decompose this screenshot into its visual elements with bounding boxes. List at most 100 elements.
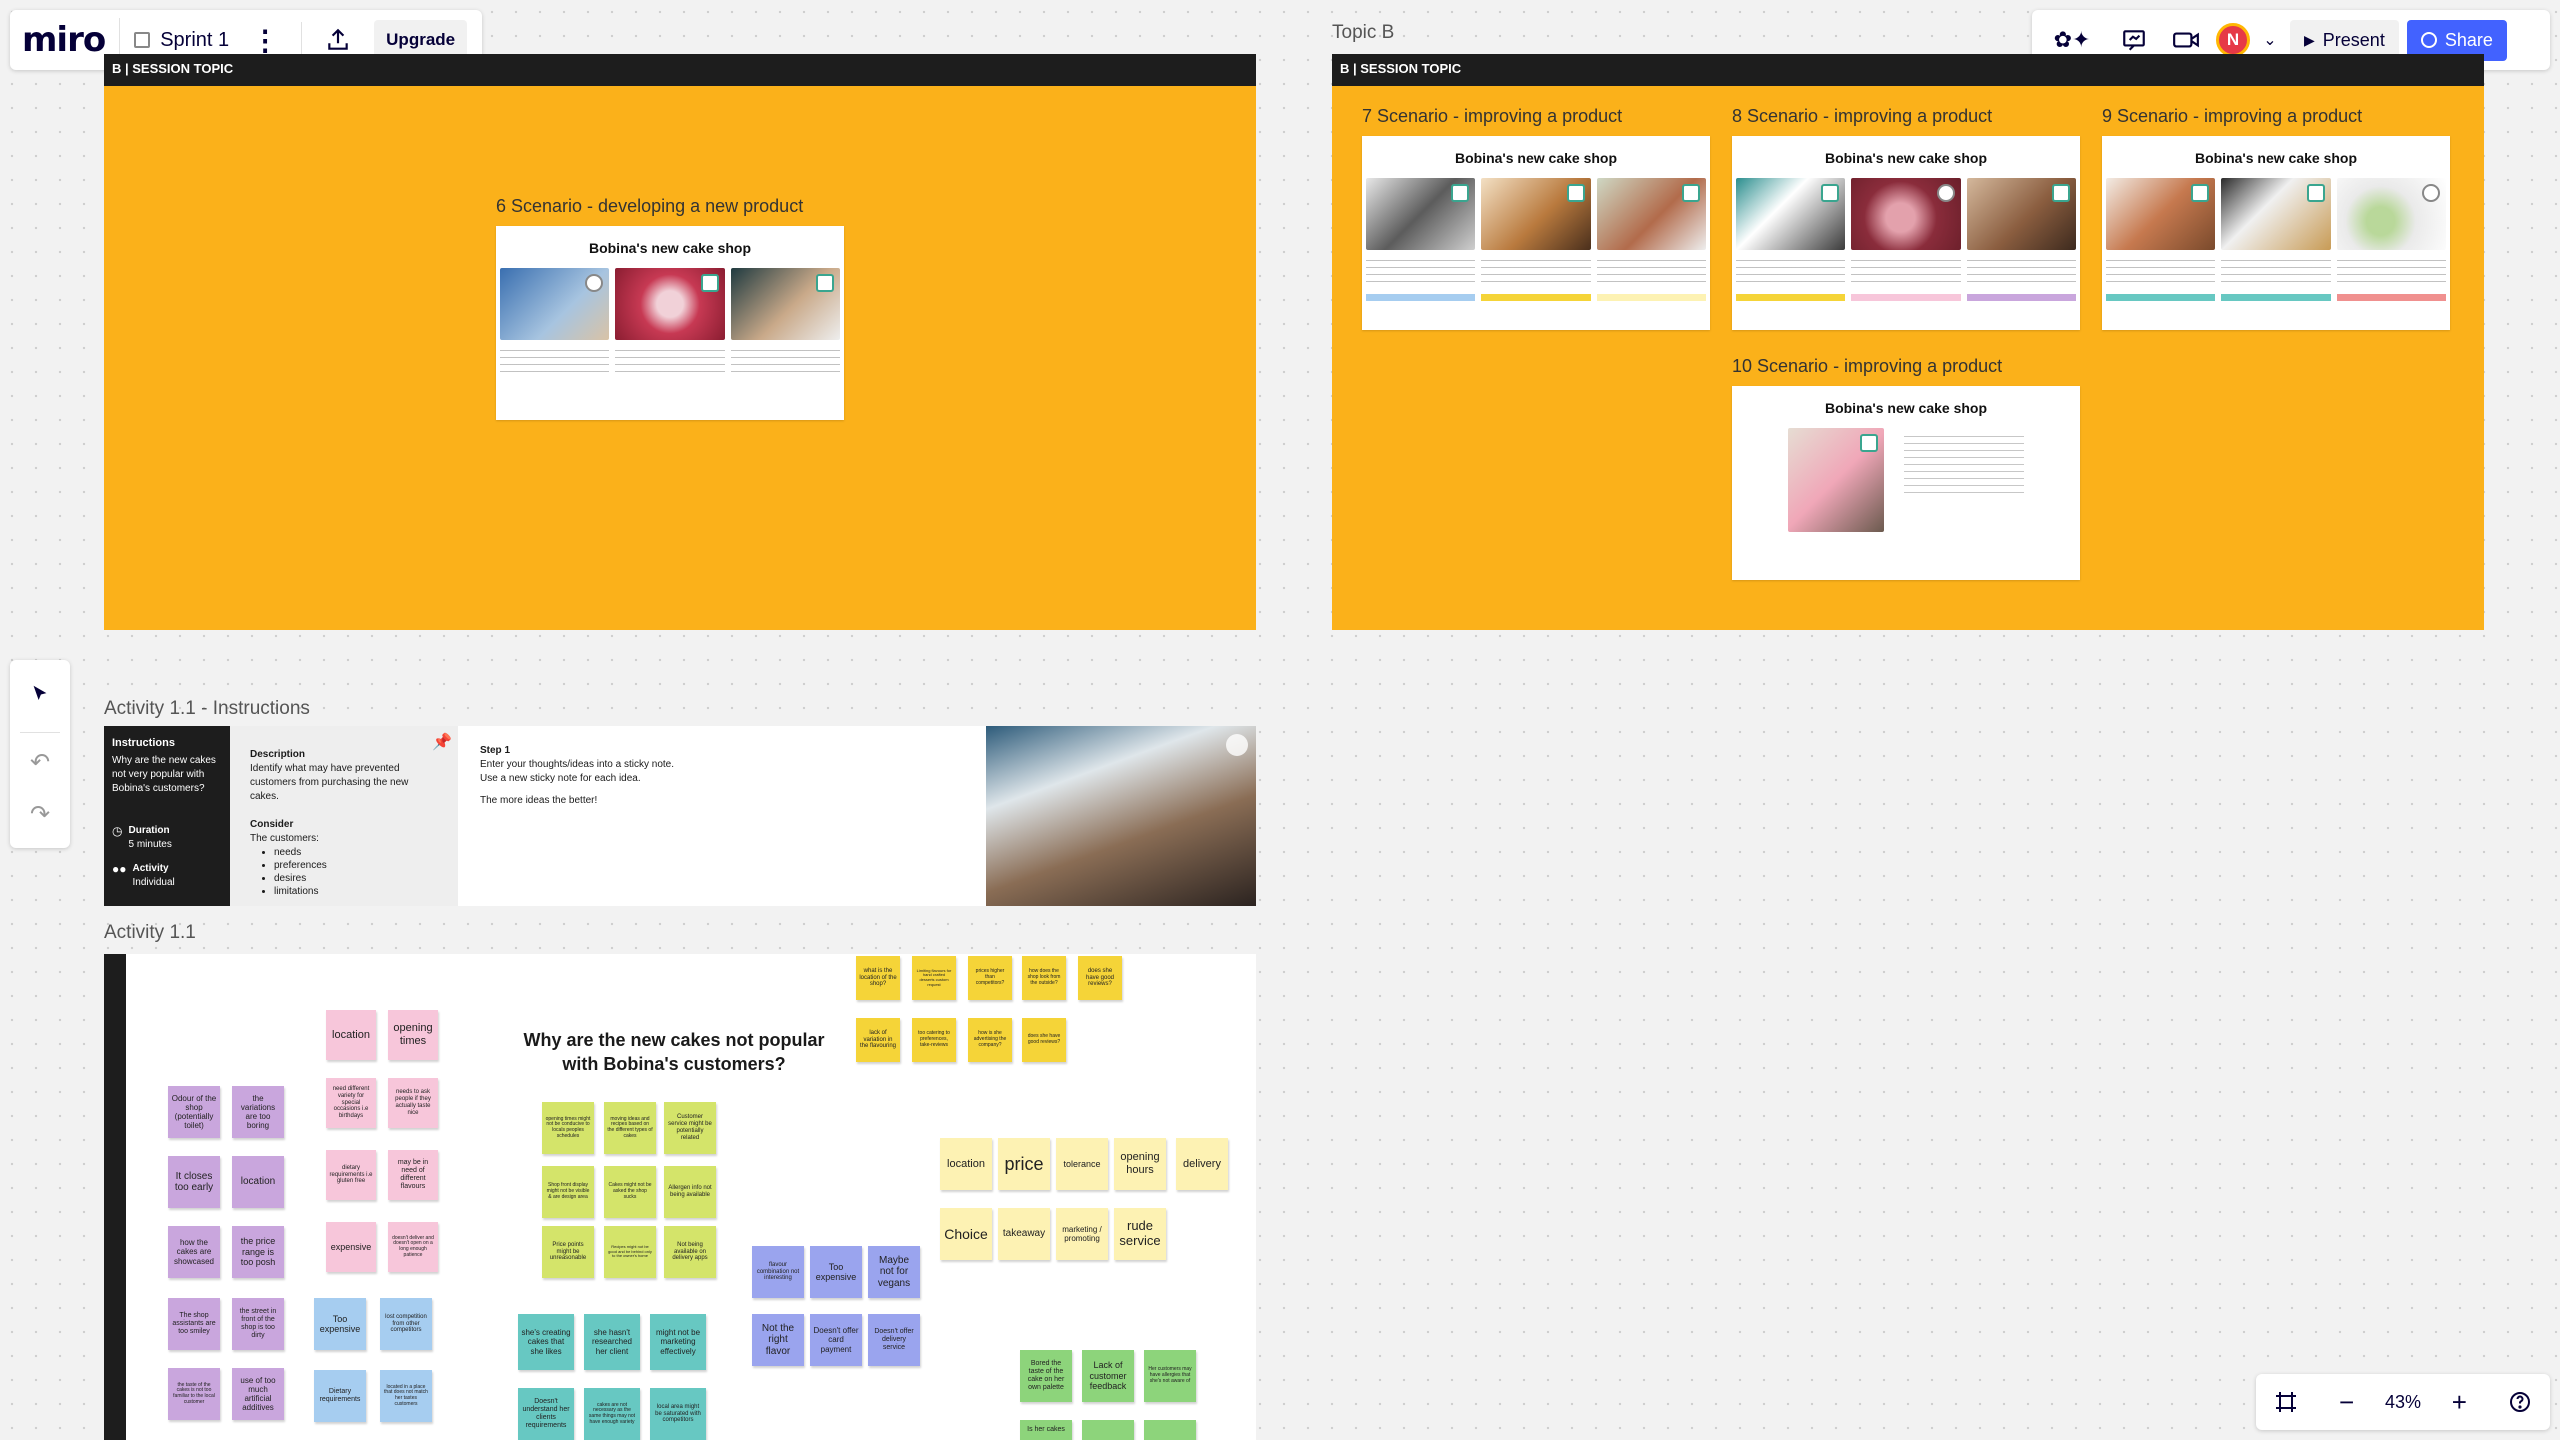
help-icon[interactable] <box>2498 1380 2542 1424</box>
sticky-note[interactable]: location <box>940 1138 992 1190</box>
scenario-10-card[interactable]: Bobina's new cake shop <box>1732 386 2080 580</box>
sticky-note[interactable]: location <box>326 1010 376 1060</box>
sticky-note[interactable]: Limiting flavours for hand crafted desse… <box>912 956 956 1000</box>
sticky-note[interactable]: expensive <box>326 1222 376 1272</box>
instructions-step-panel: Step 1 Enter your thoughts/ideas into a … <box>458 726 990 906</box>
tag-strips <box>1732 286 2080 301</box>
sticky-note[interactable]: delivery <box>1176 1138 1228 1190</box>
sticky-note[interactable]: opening times might not be conducive to … <box>542 1102 594 1154</box>
sticky-note[interactable]: Doesn't offer delivery service <box>868 1314 920 1366</box>
zoom-in-icon[interactable]: + <box>2437 1380 2481 1424</box>
sticky-note[interactable]: the taste of the cakes is not too famili… <box>168 1368 220 1420</box>
sticky-note[interactable]: prices higher than competitors? <box>968 956 1012 1000</box>
sticky-note[interactable]: Bored the taste of the cake on her own p… <box>1020 1350 1072 1402</box>
sticky-note[interactable]: the price range is too posh <box>232 1226 284 1278</box>
scenario-captions <box>496 340 844 376</box>
sticky-note[interactable]: Is her cakes <box>1020 1420 1072 1440</box>
sticky-note[interactable] <box>1082 1420 1134 1440</box>
scenario-7-card[interactable]: Bobina's new cake shop <box>1362 136 1710 330</box>
sticky-note[interactable] <box>1144 1420 1196 1440</box>
consider-item: preferences <box>274 859 438 872</box>
instructions-frame-label: Activity 1.1 - Instructions <box>104 698 310 719</box>
sticky-note[interactable]: dietary requirements i.e gluten free <box>326 1150 376 1200</box>
fit-frame-icon[interactable] <box>2264 1380 2308 1424</box>
sticky-note[interactable]: the variations are too boring <box>232 1086 284 1138</box>
sticky-note[interactable]: she's creating cakes that she likes <box>518 1314 574 1370</box>
sticky-note[interactable]: use of too much artificial additives <box>232 1368 284 1420</box>
sticky-note[interactable]: It closes too early <box>168 1156 220 1208</box>
globe-icon <box>2420 32 2437 48</box>
scenario-photo <box>2221 178 2331 250</box>
sticky-note[interactable]: what is the location of the shop? <box>856 956 900 1000</box>
sticky-note[interactable]: flavour combination not interesting <box>752 1246 804 1298</box>
sticky-note[interactable]: may be in need of different flavours <box>388 1150 438 1200</box>
user-avatar[interactable]: N <box>2216 23 2250 57</box>
sticky-note[interactable]: Not the right flavor <box>752 1314 804 1366</box>
tag-strips <box>1362 286 1710 301</box>
sticky-note[interactable]: Lack of customer feedback <box>1082 1350 1134 1402</box>
scenario-8-card[interactable]: Bobina's new cake shop <box>1732 136 2080 330</box>
zoom-out-icon[interactable]: − <box>2325 1380 2369 1424</box>
sticky-note[interactable]: Dietary requirements <box>314 1370 366 1422</box>
undo-icon[interactable]: ↶ <box>18 740 62 784</box>
sticky-note[interactable]: Her customers may have allergies that sh… <box>1144 1350 1196 1402</box>
board-name-label: Sprint 1 <box>160 28 230 51</box>
sticky-note[interactable]: located in a place that does not match h… <box>380 1370 432 1422</box>
scenario-6-card[interactable]: Bobina's new cake shop <box>496 226 844 420</box>
badge-icon <box>700 274 719 292</box>
sticky-note[interactable]: how is she advertising the company? <box>968 1018 1012 1062</box>
sticky-note[interactable]: Customer service might be potentially re… <box>664 1102 716 1154</box>
scenario-photo <box>1966 178 2076 250</box>
sticky-note[interactable]: doesn't deliver and doesn't open on a lo… <box>388 1222 438 1272</box>
sticky-note[interactable]: Recipes might not be good and be behind … <box>604 1226 656 1278</box>
fullscreen-icon[interactable] <box>1226 734 1248 756</box>
scenario-9-label: 9 Scenario - improving a product <box>2102 106 2363 126</box>
sticky-note[interactable]: lack of variation in the flavouring <box>856 1018 900 1062</box>
sticky-note[interactable]: local area might be saturated with compe… <box>650 1388 706 1440</box>
sticky-note[interactable]: Doesn't offer card payment <box>810 1314 862 1366</box>
sticky-note[interactable]: needs to ask people if they actually tas… <box>388 1078 438 1128</box>
sticky-note[interactable]: Shop front display might not be visible … <box>542 1166 594 1218</box>
sticky-note[interactable]: might not be marketing effectively <box>650 1314 706 1370</box>
zoom-level[interactable]: 43% <box>2385 1392 2421 1413</box>
sticky-note[interactable]: Choice <box>940 1208 992 1260</box>
sticky-note[interactable]: cakes are not necessary as the same thin… <box>584 1388 640 1440</box>
sticky-note[interactable]: tolerance <box>1056 1138 1108 1190</box>
sticky-note[interactable]: takeaway <box>998 1208 1050 1260</box>
sticky-note[interactable]: rude service <box>1114 1208 1166 1260</box>
sticky-note[interactable]: Too expensive <box>810 1246 862 1298</box>
sticky-note[interactable]: moving ideas and recipes based on the di… <box>604 1102 656 1154</box>
sticky-note[interactable]: price <box>998 1138 1050 1190</box>
select-cursor-icon[interactable] <box>18 672 62 716</box>
board-name[interactable]: Sprint 1 <box>134 29 229 52</box>
instructions-frame[interactable]: Instructions Why are the new cakes not v… <box>104 726 1256 906</box>
sticky-note[interactable]: she hasn't researched her client <box>584 1314 640 1370</box>
sticky-note[interactable]: Not being available on delivery apps <box>664 1226 716 1278</box>
sticky-note[interactable]: Doesn't understand her clients requireme… <box>518 1388 574 1440</box>
sticky-note[interactable]: opening times <box>388 1010 438 1060</box>
sticky-note[interactable]: the street in front of the shop is too d… <box>232 1298 284 1350</box>
sticky-note[interactable]: Allergen info not being available <box>664 1166 716 1218</box>
sticky-note[interactable]: too catering to preferences, take-review… <box>912 1018 956 1062</box>
sticky-note[interactable]: marketing / promoting <box>1056 1208 1108 1260</box>
sticky-note[interactable]: location <box>232 1156 284 1208</box>
sticky-note[interactable]: The shop assistants are too smiley <box>168 1298 220 1350</box>
sticky-note[interactable]: does she have good reviews? <box>1022 1018 1066 1062</box>
sticky-note[interactable]: lost competition from other competitors <box>380 1298 432 1350</box>
sticky-note[interactable]: Maybe not for vegans <box>868 1246 920 1298</box>
sticky-note[interactable]: need different variety for special occas… <box>326 1078 376 1128</box>
sticky-note[interactable]: how does the shop look from the outside? <box>1022 956 1066 1000</box>
scenario-9-card[interactable]: Bobina's new cake shop <box>2102 136 2450 330</box>
badge-icon <box>585 274 604 292</box>
sticky-note[interactable]: Price points might be unreasonable <box>542 1226 594 1278</box>
redo-icon[interactable]: ↷ <box>18 792 62 836</box>
sticky-note[interactable]: Too expensive <box>314 1298 366 1350</box>
tag-strips <box>2102 286 2450 301</box>
sticky-note[interactable]: opening hours <box>1114 1138 1166 1190</box>
badge-icon <box>1821 184 1840 202</box>
scenario-photo <box>1481 178 1591 250</box>
sticky-note[interactable]: does she have good reviews? <box>1078 956 1122 1000</box>
sticky-note[interactable]: Odour of the shop (potentially toilet) <box>168 1086 220 1138</box>
sticky-note[interactable]: how the cakes are showcased <box>168 1226 220 1278</box>
sticky-note[interactable]: Cakes might not be asked the shop sucks <box>604 1166 656 1218</box>
